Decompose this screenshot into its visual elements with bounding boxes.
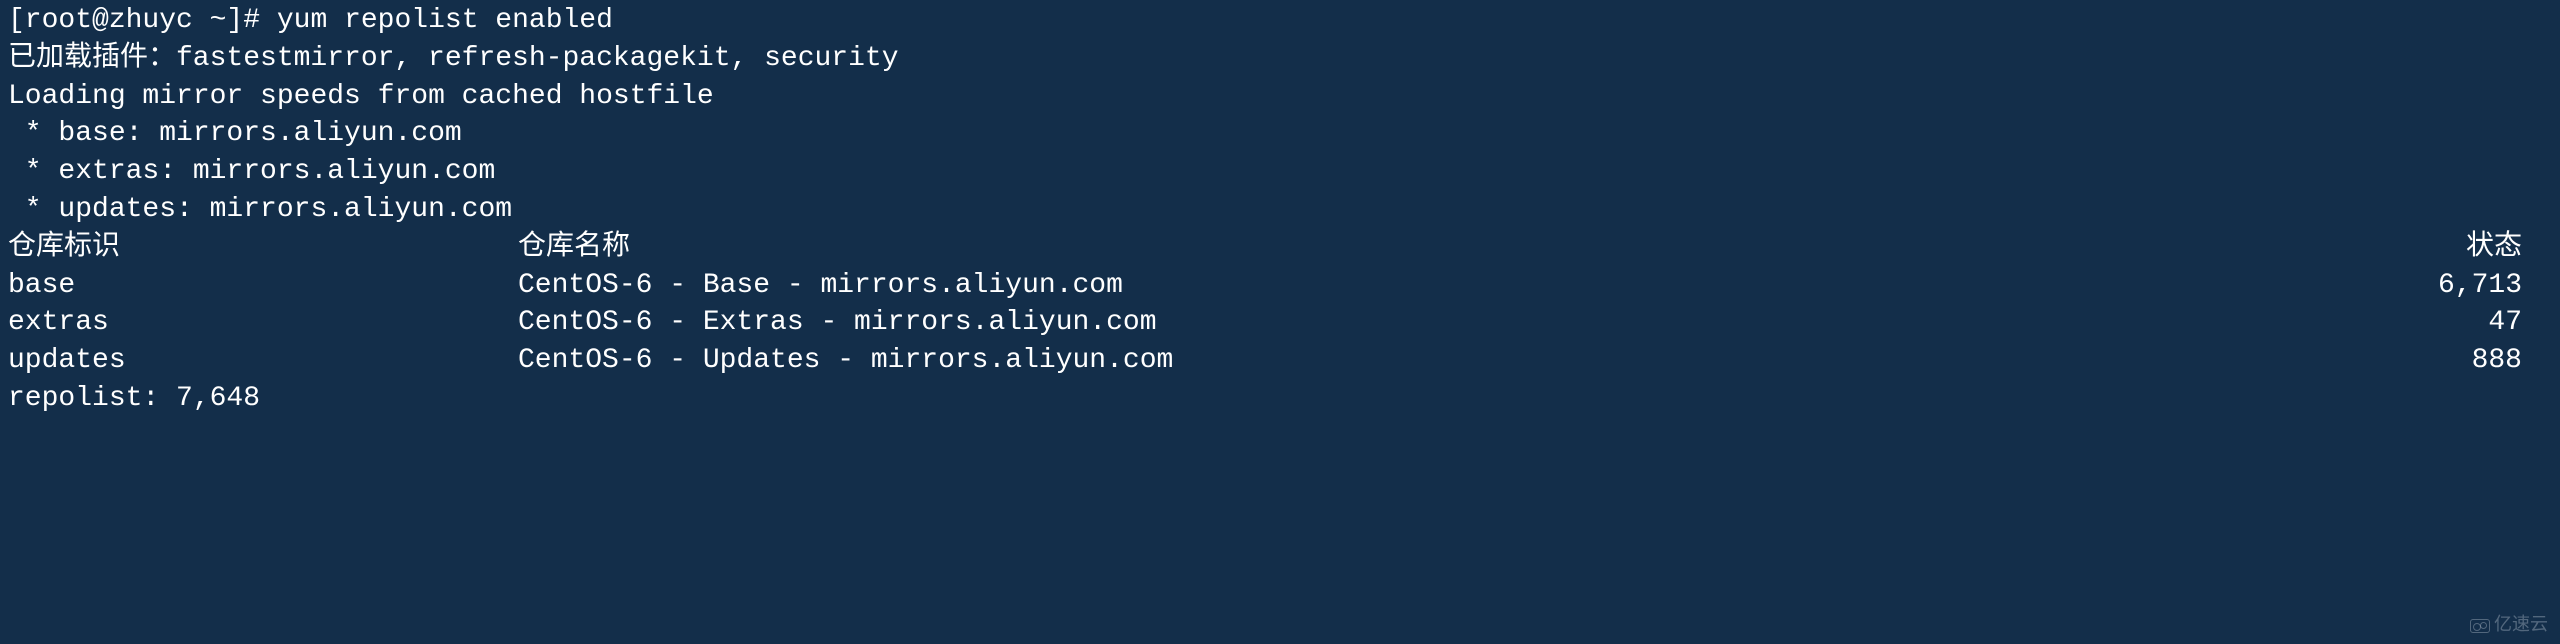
mirror-line: * extras: mirrors.aliyun.com [8, 153, 2552, 191]
header-status: 状态 [2432, 229, 2552, 267]
header-repo-name: 仓库名称 [518, 229, 2432, 267]
terminal-output: [root@zhuyc ~]# yum repolist enabled 已加载… [8, 2, 2552, 418]
repo-status: 6,713 [2432, 267, 2552, 305]
prompt-line[interactable]: [root@zhuyc ~]# yum repolist enabled [8, 2, 2552, 40]
table-row: updates CentOS-6 - Updates - mirrors.ali… [8, 342, 2552, 380]
repo-name: CentOS-6 - Updates - mirrors.aliyun.com [518, 342, 2432, 380]
header-repo-id: 仓库标识 [8, 229, 518, 267]
cloud-icon [2470, 619, 2490, 633]
plugins-line: 已加载插件：fastestmirror, refresh-packagekit,… [8, 40, 2552, 78]
mirror-line: * base: mirrors.aliyun.com [8, 115, 2552, 153]
prompt: [root@zhuyc ~]# [8, 5, 260, 36]
table-row: extras CentOS-6 - Extras - mirrors.aliyu… [8, 304, 2552, 342]
watermark: 亿速云 [2470, 614, 2548, 638]
command-text: yum repolist enabled [277, 5, 613, 36]
repo-name: CentOS-6 - Base - mirrors.aliyun.com [518, 267, 2432, 305]
repo-id: base [8, 267, 518, 305]
table-row: base CentOS-6 - Base - mirrors.aliyun.co… [8, 267, 2552, 305]
repo-id: updates [8, 342, 518, 380]
repo-name: CentOS-6 - Extras - mirrors.aliyun.com [518, 304, 2432, 342]
loading-line: Loading mirror speeds from cached hostfi… [8, 78, 2552, 116]
watermark-text: 亿速云 [2494, 614, 2548, 638]
repo-status: 47 [2432, 304, 2552, 342]
repolist-total: repolist: 7,648 [8, 380, 2552, 418]
repo-id: extras [8, 304, 518, 342]
repo-status: 888 [2432, 342, 2552, 380]
mirror-line: * updates: mirrors.aliyun.com [8, 191, 2552, 229]
table-header-row: 仓库标识 仓库名称 状态 [8, 229, 2552, 267]
